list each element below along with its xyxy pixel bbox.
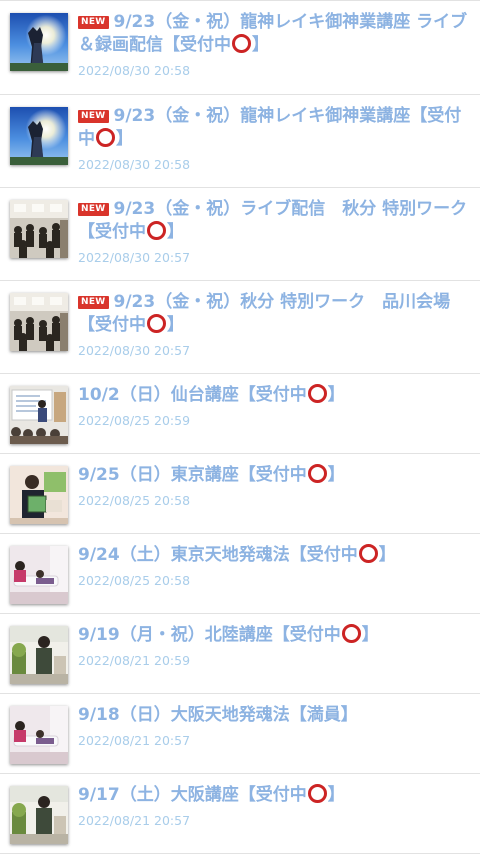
post-thumbnail[interactable] bbox=[10, 200, 68, 258]
post-date: 2022/08/21 20:57 bbox=[78, 813, 191, 828]
post-date: 2022/08/21 20:57 bbox=[78, 733, 191, 748]
post-date: 2022/08/30 20:57 bbox=[78, 250, 191, 265]
red-circle-icon bbox=[232, 34, 251, 53]
red-circle-icon bbox=[341, 624, 361, 643]
post-title-text: 10/2（日）仙台講座【受付中 bbox=[78, 385, 307, 405]
red-circle-icon bbox=[147, 314, 166, 333]
post-title-suffix: 】 bbox=[167, 222, 184, 242]
post-list-item[interactable]: 10/2（日）仙台講座【受付中】 2022/08/25 20:59 bbox=[0, 374, 480, 454]
post-title-link[interactable]: 9/24（土）東京天地発魂法【受付中】 bbox=[78, 544, 470, 567]
post-date: 2022/08/21 20:59 bbox=[78, 653, 191, 668]
post-body: NEW 9/23（金・祝）ライブ配信 秋分 特別ワーク【受付中】 2022/08/3… bbox=[78, 198, 470, 266]
post-list-item[interactable]: NEW 9/23（金・祝）ライブ配信 秋分 特別ワーク【受付中】 2022/08/3… bbox=[0, 188, 480, 281]
post-title-text: 9/25（日）東京講座【受付中 bbox=[78, 465, 307, 485]
post-date: 2022/08/30 20:58 bbox=[78, 157, 191, 172]
post-body: NEW 9/23（金・祝）秋分 特別ワーク 品川会場【受付中】 2022/08/30… bbox=[78, 291, 470, 359]
post-title-link[interactable]: NEW 9/23（金・祝）秋分 特別ワーク 品川会場【受付中】 bbox=[78, 291, 470, 337]
post-title-suffix: 】 bbox=[361, 625, 379, 645]
post-title-suffix: 】 bbox=[116, 129, 133, 149]
post-thumbnail[interactable] bbox=[10, 626, 68, 684]
post-thumbnail[interactable] bbox=[10, 466, 68, 524]
post-body: 10/2（日）仙台講座【受付中】 2022/08/25 20:59 bbox=[78, 384, 470, 429]
post-title-link[interactable]: 9/18（日）大阪天地発魂法【満員】 bbox=[78, 704, 470, 727]
new-badge: NEW bbox=[78, 110, 109, 123]
post-title-suffix: 】 bbox=[327, 465, 345, 485]
post-body: 9/25（日）東京講座【受付中】 2022/08/25 20:58 bbox=[78, 464, 470, 509]
post-title-text: 9/17（土）大阪講座【受付中 bbox=[78, 785, 307, 805]
post-title-link[interactable]: 9/17（土）大阪講座【受付中】 bbox=[78, 784, 470, 807]
post-list-item[interactable]: 9/24（土）東京天地発魂法【受付中】 2022/08/25 20:58 bbox=[0, 534, 480, 614]
new-badge: NEW bbox=[78, 16, 109, 29]
post-list-item[interactable]: 9/25（日）東京講座【受付中】 2022/08/25 20:58 bbox=[0, 454, 480, 534]
post-date: 2022/08/25 20:59 bbox=[78, 413, 191, 428]
new-badge: NEW bbox=[78, 203, 109, 216]
post-thumbnail[interactable] bbox=[10, 546, 68, 604]
post-date: 2022/08/25 20:58 bbox=[78, 573, 191, 588]
post-title-link[interactable]: 9/19（月・祝）北陸講座【受付中】 bbox=[78, 624, 470, 647]
red-circle-icon bbox=[307, 464, 327, 483]
red-circle-icon bbox=[358, 544, 378, 563]
post-date: 2022/08/25 20:58 bbox=[78, 493, 191, 508]
post-title-text: 9/24（土）東京天地発魂法【受付中 bbox=[78, 545, 358, 565]
post-thumbnail[interactable] bbox=[10, 706, 68, 764]
post-list-item[interactable]: 9/18（日）大阪天地発魂法【満員】 2022/08/21 20:57 bbox=[0, 694, 480, 774]
post-body: 9/18（日）大阪天地発魂法【満員】 2022/08/21 20:57 bbox=[78, 704, 470, 749]
post-title-suffix: 】 bbox=[167, 315, 184, 335]
post-thumbnail[interactable] bbox=[10, 386, 68, 444]
post-title-text: 9/23（金・祝）龍神レイキ御神業講座 ライブ＆録画配信【受付中 bbox=[78, 12, 468, 55]
post-title-suffix: 】 bbox=[252, 35, 269, 55]
post-list-item[interactable]: 9/17（土）大阪講座【受付中】 2022/08/21 20:57 bbox=[0, 774, 480, 854]
post-thumbnail[interactable] bbox=[10, 107, 68, 165]
red-circle-icon bbox=[96, 128, 115, 147]
red-circle-icon bbox=[307, 784, 327, 803]
post-title-suffix: 】 bbox=[327, 385, 345, 405]
new-badge: NEW bbox=[78, 296, 109, 309]
post-title-link[interactable]: 10/2（日）仙台講座【受付中】 bbox=[78, 384, 470, 407]
post-thumbnail[interactable] bbox=[10, 786, 68, 844]
post-title-suffix: 】 bbox=[378, 545, 396, 565]
post-body: NEW 9/23（金・祝）龍神レイキ御神業講座 ライブ＆録画配信【受付中】 2022… bbox=[78, 11, 470, 79]
post-title-text: 9/19（月・祝）北陸講座【受付中 bbox=[78, 625, 341, 645]
post-date: 2022/08/30 20:58 bbox=[78, 63, 191, 78]
post-title-suffix: 】 bbox=[327, 785, 345, 805]
post-title-text: 9/23（金・祝）秋分 特別ワーク 品川会場【受付中 bbox=[78, 292, 451, 335]
post-date: 2022/08/30 20:57 bbox=[78, 343, 191, 358]
post-thumbnail[interactable] bbox=[10, 13, 68, 71]
post-list: NEW 9/23（金・祝）龍神レイキ御神業講座 ライブ＆録画配信【受付中】 2022… bbox=[0, 0, 480, 854]
post-title-link[interactable]: 9/25（日）東京講座【受付中】 bbox=[78, 464, 470, 487]
post-body: NEW 9/23（金・祝）龍神レイキ御神業講座【受付中】 2022/08/30 20… bbox=[78, 105, 470, 173]
post-list-item[interactable]: NEW 9/23（金・祝）龍神レイキ御神業講座【受付中】 2022/08/30 20… bbox=[0, 95, 480, 188]
post-thumbnail[interactable] bbox=[10, 293, 68, 351]
post-title-link[interactable]: NEW 9/23（金・祝）龍神レイキ御神業講座【受付中】 bbox=[78, 105, 470, 151]
red-circle-icon bbox=[147, 221, 166, 240]
post-list-item[interactable]: 9/19（月・祝）北陸講座【受付中】 2022/08/21 20:59 bbox=[0, 614, 480, 694]
post-body: 9/19（月・祝）北陸講座【受付中】 2022/08/21 20:59 bbox=[78, 624, 470, 669]
post-title-text: 9/23（金・祝）ライブ配信 秋分 特別ワーク【受付中 bbox=[78, 199, 468, 242]
red-circle-icon bbox=[307, 384, 327, 403]
post-title-text: 9/18（日）大阪天地発魂法【満員】 bbox=[78, 705, 358, 725]
post-body: 9/24（土）東京天地発魂法【受付中】 2022/08/25 20:58 bbox=[78, 544, 470, 589]
post-title-link[interactable]: NEW 9/23（金・祝）龍神レイキ御神業講座 ライブ＆録画配信【受付中】 bbox=[78, 11, 470, 57]
post-title-text: 9/23（金・祝）龍神レイキ御神業講座【受付中 bbox=[78, 106, 462, 149]
post-list-item[interactable]: NEW 9/23（金・祝）秋分 特別ワーク 品川会場【受付中】 2022/08/30… bbox=[0, 281, 480, 374]
post-title-link[interactable]: NEW 9/23（金・祝）ライブ配信 秋分 特別ワーク【受付中】 bbox=[78, 198, 470, 244]
post-list-item[interactable]: NEW 9/23（金・祝）龍神レイキ御神業講座 ライブ＆録画配信【受付中】 2022… bbox=[0, 1, 480, 95]
post-body: 9/17（土）大阪講座【受付中】 2022/08/21 20:57 bbox=[78, 784, 470, 829]
